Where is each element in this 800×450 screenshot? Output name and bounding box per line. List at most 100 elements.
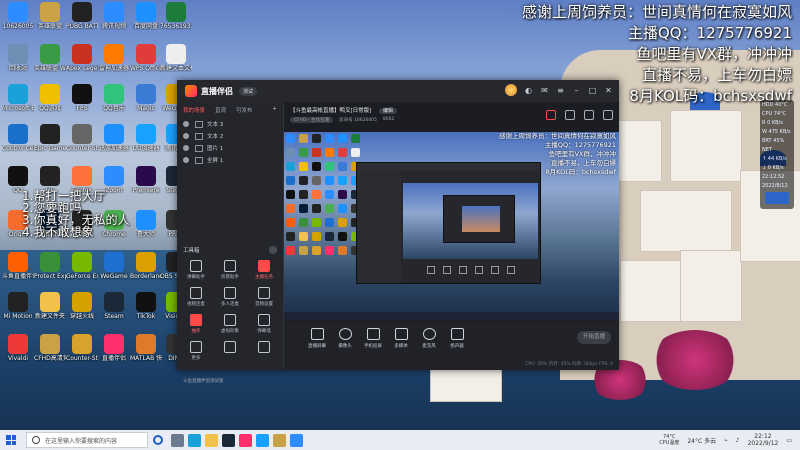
start-live-button[interactable]: 开始直播 xyxy=(577,331,611,344)
desktop-icon[interactable]: 斗鱼直播伴侣 xyxy=(2,252,34,280)
desktop-icon[interactable]: UU加速器 xyxy=(130,124,162,152)
category-badge[interactable]: CFHD - 生化狂潮 xyxy=(290,117,334,123)
desktop-icon[interactable]: WPS Office xyxy=(130,44,162,72)
desktop-icon[interactable]: Protect Experience xyxy=(34,252,66,280)
share-icon[interactable] xyxy=(565,110,575,120)
desktop-icon[interactable]: Premiere xyxy=(130,166,162,194)
eye-icon[interactable] xyxy=(183,133,189,139)
settings-icon[interactable] xyxy=(603,110,613,120)
tab-intuitive[interactable]: 直观 xyxy=(215,106,226,114)
scene-item[interactable]: 文本 3 xyxy=(177,118,283,130)
desktop-icon[interactable]: Magic xyxy=(130,84,162,112)
task-view-icon[interactable] xyxy=(171,433,184,447)
desktop-icon[interactable]: Counter-Strike Global Off... xyxy=(66,334,98,362)
scene-item[interactable]: 图片 1 xyxy=(177,142,283,154)
stream-preview[interactable]: 感谢上周饲养员：世间真情何在寂寞如风 主播QQ：1275776921 鱼吧里有V… xyxy=(284,132,619,320)
minimize-icon[interactable]: – xyxy=(572,86,581,95)
tool-button[interactable]: 更多 xyxy=(179,341,213,361)
desktop-icon[interactable]: 鲁大师 xyxy=(130,210,162,238)
desktop-icon[interactable]: 腾讯视频 xyxy=(98,2,130,30)
desktop-icon[interactable]: GeForce Experience xyxy=(66,252,98,280)
tool-button[interactable]: 弹幕墙 xyxy=(247,314,281,334)
version-badge[interactable]: 测试 xyxy=(239,86,258,96)
desktop-icon[interactable]: Steam xyxy=(98,292,130,320)
desktop-icon[interactable]: WeGame xyxy=(98,252,130,280)
file-explorer-icon[interactable] xyxy=(205,433,218,447)
windows-start-icon[interactable] xyxy=(6,435,16,445)
desktop-icon[interactable]: Apex Legends xyxy=(66,44,98,72)
desktop-icon[interactable]: 回收站 xyxy=(2,44,34,72)
desktop-icon[interactable]: 直播伴侣 xyxy=(98,334,130,362)
gift-icon[interactable] xyxy=(546,110,556,120)
tool-button[interactable] xyxy=(247,341,281,361)
speaker-button[interactable]: 扬声器 xyxy=(444,328,470,349)
tool-button[interactable] xyxy=(213,341,247,361)
taskbar-search[interactable]: 在这里输入你要搜索的内容 xyxy=(26,432,148,448)
user-avatar[interactable] xyxy=(505,84,517,96)
eye-icon[interactable] xyxy=(183,145,189,151)
desktop-icon[interactable]: QQ游戏 xyxy=(34,84,66,112)
desktop-icon[interactable]: 迅游加速器 xyxy=(98,124,130,152)
desktop-icon[interactable]: Vivaldi xyxy=(2,334,34,362)
edit-button[interactable]: 编辑 xyxy=(379,108,398,114)
network-icon[interactable]: ⌁ xyxy=(724,437,728,444)
screen-capture-button[interactable]: 直播屏幕 xyxy=(304,328,330,349)
desktop-icon[interactable]: Mi Motion xyxy=(2,292,34,320)
title-bar[interactable]: 直播伴侣 测试 ◐ ✉ ≡ – □ ✕ xyxy=(177,80,619,102)
taskbar-clock[interactable]: 22:12 2022/9/12 xyxy=(748,433,779,447)
desktop-icon[interactable]: TikTok xyxy=(130,292,162,320)
notification-center-icon[interactable]: ▭ xyxy=(786,437,792,444)
monitor-button[interactable] xyxy=(765,192,789,204)
tool-button[interactable]: 弹幕助手 xyxy=(179,260,213,280)
qq-icon[interactable] xyxy=(256,433,269,447)
notification-icon[interactable] xyxy=(584,110,594,120)
game-icon[interactable] xyxy=(273,433,286,447)
desktop-icon[interactable]: 新建文件夹 xyxy=(34,292,66,320)
tool-button[interactable]: 虚拟形象 xyxy=(213,314,247,334)
weather-status[interactable]: 24°C 多云 xyxy=(687,436,716,445)
tool-button[interactable]: 视频连麦 xyxy=(179,287,213,307)
toolbox-more-icon[interactable] xyxy=(269,246,277,254)
desktop-icon[interactable]: QQ音乐 xyxy=(98,84,130,112)
menu-icon[interactable]: ≡ xyxy=(556,86,565,95)
desktop-icon[interactable]: PUBG BATTLEGR... xyxy=(66,2,98,30)
desktop-icon[interactable]: 英雄联盟 xyxy=(34,2,66,30)
cortana-icon[interactable] xyxy=(153,435,163,445)
skin-icon[interactable]: ◐ xyxy=(524,86,533,95)
message-icon[interactable]: ✉ xyxy=(540,86,549,95)
desktop-icon[interactable]: 英雄联盟 WeGame版 xyxy=(34,44,66,72)
scene-item[interactable]: 全屏 1 xyxy=(177,154,283,166)
desktop-icon[interactable]: Counter-Strike Hunger xyxy=(66,124,98,152)
camera-button[interactable]: 摄像头 xyxy=(332,328,358,349)
desktop-icon[interactable]: 穿越火线 xyxy=(66,292,98,320)
media-button[interactable]: 多媒体 xyxy=(388,328,414,349)
desktop-icon[interactable]: Epic Games Launcher xyxy=(34,124,66,152)
microphone-button[interactable]: 麦克风 xyxy=(416,328,442,349)
tool-button[interactable]: 房管助手 xyxy=(213,260,247,280)
app-icon[interactable] xyxy=(290,433,303,447)
tool-button[interactable]: 抽奖 xyxy=(179,314,213,334)
beta-note[interactable]: 斗鱼直播伴侣测试版 xyxy=(183,378,224,384)
desktop-icon[interactable]: 76536193... xyxy=(160,2,192,30)
eye-icon[interactable] xyxy=(183,157,189,163)
desktop-icon[interactable]: Microsoft Edge xyxy=(2,84,34,112)
maximize-icon[interactable]: □ xyxy=(588,86,597,95)
phone-cast-button[interactable]: 手机投屏 xyxy=(360,328,386,349)
edge-icon[interactable] xyxy=(188,433,201,447)
eye-icon[interactable] xyxy=(183,121,189,127)
livestream-app-icon[interactable] xyxy=(239,433,252,447)
desktop-icon[interactable]: CFHD高清竞技大区 xyxy=(34,334,66,362)
desktop-icon[interactable]: Control Center 3.0 xyxy=(2,124,34,152)
desktop-icon[interactable]: 百度网盘 xyxy=(130,2,162,30)
desktop-icon[interactable]: MATLAB 快捷方式 xyxy=(130,334,162,362)
desktop-icon[interactable]: 雷神加速器 xyxy=(98,44,130,72)
tab-publishable[interactable]: 可发布 xyxy=(236,106,253,114)
add-scene-icon[interactable]: + xyxy=(272,106,277,114)
volume-icon[interactable]: ♪ xyxy=(736,437,740,444)
desktop-icon[interactable]: Borderlands xyxy=(130,252,162,280)
tool-button[interactable]: 多人连麦 xyxy=(213,287,247,307)
desktop-icon[interactable]: 10626005 xyxy=(2,2,34,30)
steam-icon[interactable] xyxy=(222,433,235,447)
desktop-icon[interactable]: 新建文本文档 xyxy=(160,44,192,72)
tab-my-scenes[interactable]: 我的场景 xyxy=(183,106,205,114)
